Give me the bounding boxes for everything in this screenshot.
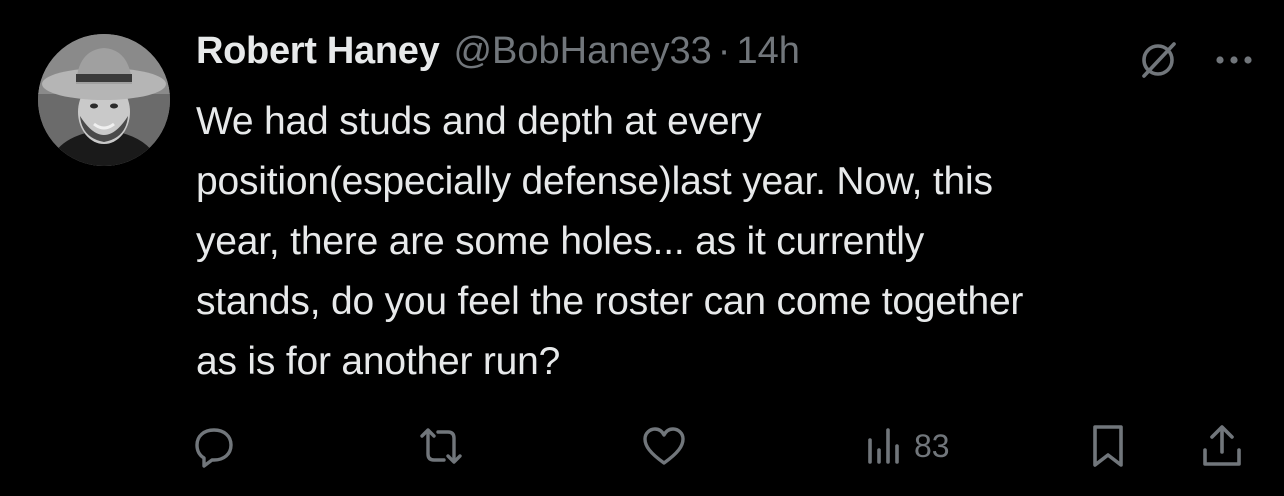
like-button[interactable] [640, 420, 688, 472]
retweet-icon [416, 424, 466, 468]
avatar[interactable] [38, 34, 170, 166]
tweet-text: We had studs and depth at every position… [196, 100, 1024, 383]
more-icon[interactable] [1214, 50, 1254, 70]
share-button[interactable] [1200, 420, 1244, 472]
views-icon [864, 424, 904, 468]
tweet-actions: 83 [192, 420, 1252, 472]
retweet-button[interactable] [416, 420, 466, 472]
reply-button[interactable] [192, 420, 236, 472]
share-icon [1200, 422, 1244, 470]
user-handle[interactable]: @BobHaney33 [453, 30, 711, 73]
grok-icon[interactable] [1136, 38, 1180, 82]
tweet-header: Robert Haney @BobHaney33 · 14h [196, 30, 800, 86]
tweet[interactable]: Robert Haney @BobHaney33 · 14h We had st… [0, 0, 1284, 496]
reply-icon [192, 424, 236, 468]
views-count: 83 [914, 427, 950, 464]
views-button[interactable]: 83 [864, 420, 950, 472]
bookmark-button[interactable] [1088, 420, 1128, 472]
display-name[interactable]: Robert Haney [196, 30, 440, 73]
timestamp[interactable]: 14h [736, 30, 799, 73]
separator-dot: · [717, 30, 731, 72]
bookmark-icon [1088, 422, 1128, 470]
tweet-top-icons [1136, 38, 1254, 82]
heart-icon [640, 424, 688, 468]
